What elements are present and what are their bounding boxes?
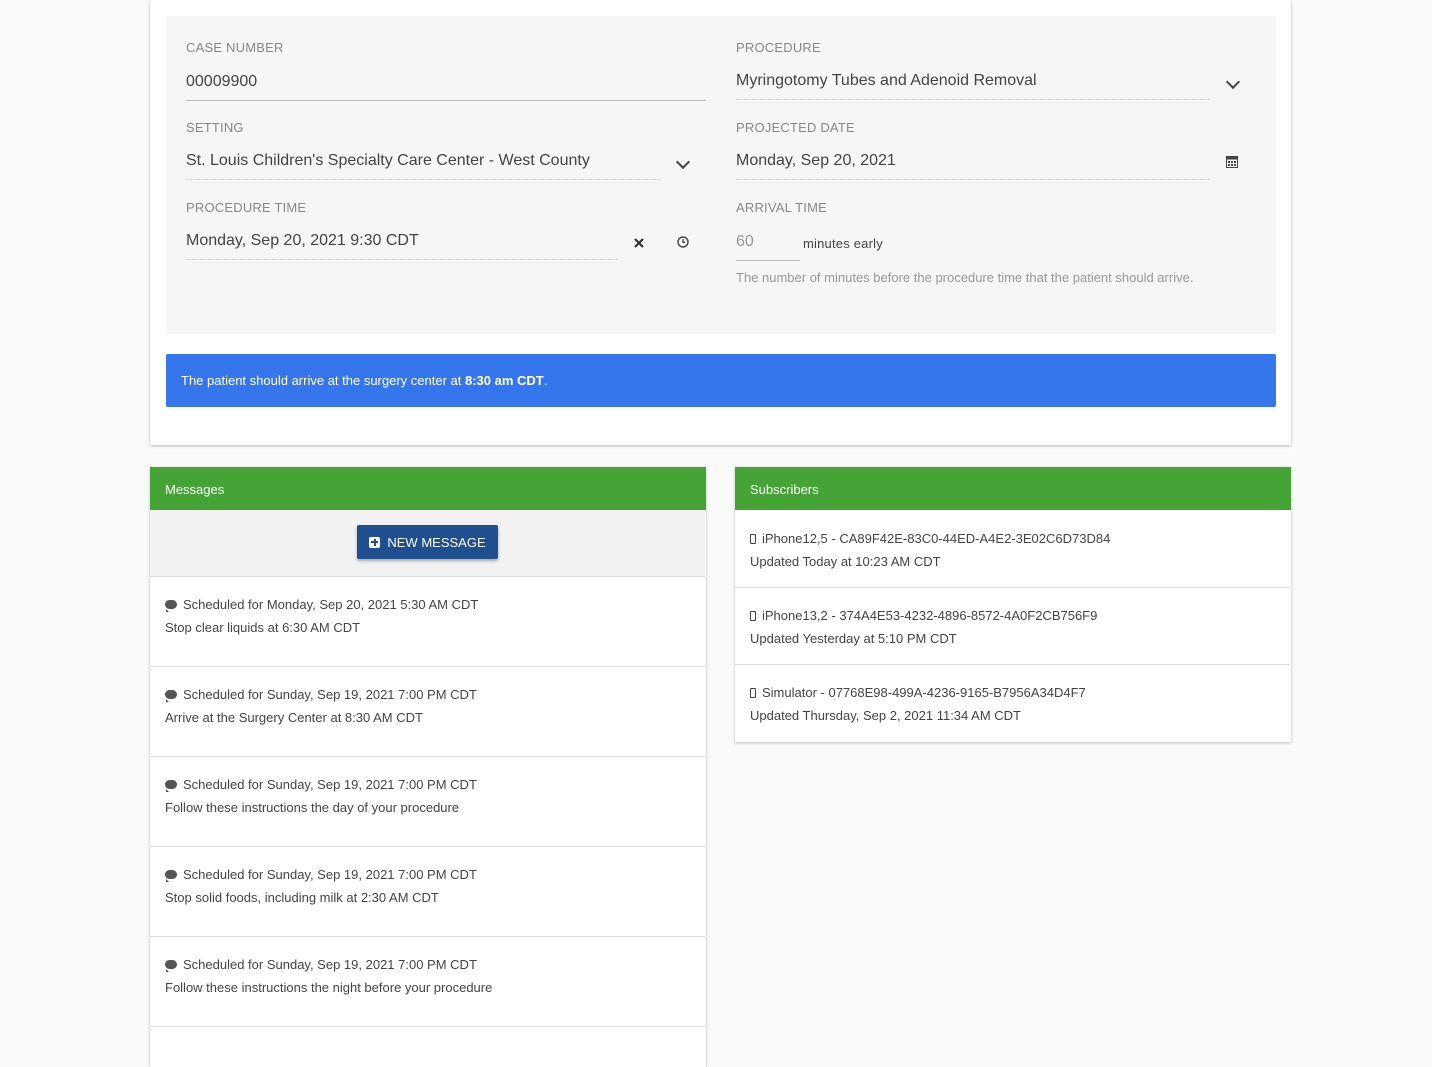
clock-icon[interactable] <box>676 235 690 251</box>
message-scheduled: Scheduled for Sunday, Sep 19, 2021 7:00 … <box>183 687 477 702</box>
message-text: Follow these instructions the night befo… <box>165 980 493 995</box>
message-scheduled: Scheduled for Sunday, Sep 19, 2021 7:00 … <box>183 777 477 792</box>
comment-icon <box>165 690 177 702</box>
new-message-label: NEW MESSAGE <box>387 534 486 550</box>
messages-panel: Messages NEW MESSAGE Scheduled for Monda… <box>150 467 706 1067</box>
new-message-button[interactable]: NEW MESSAGE <box>357 525 498 559</box>
subscribers-header: Subscribers <box>735 467 1291 510</box>
messages-toolbar: NEW MESSAGE <box>150 510 705 577</box>
procedure-select[interactable]: Myringotomy Tubes and Adenoid Removal <box>736 67 1209 100</box>
alert-suffix: . <box>543 373 548 388</box>
clear-icon[interactable] <box>632 235 646 251</box>
alert-prefix: The patient should arrive at the surgery… <box>181 373 465 388</box>
case-form: CASE NUMBER 00009900 PROCEDURE Myringoto… <box>166 16 1276 334</box>
list-item[interactable]: Scheduled for Sunday, Sep 19, 2021 7:00 … <box>150 667 705 757</box>
projected-date-label: PROJECTED DATE <box>736 120 855 135</box>
subscriber-device: iPhone13,2 - 374A4E53-4232-4896-8572-4A0… <box>762 608 1098 623</box>
list-item[interactable]: iPhone12,5 - CA89F42E-83C0-44ED-A4E2-3E0… <box>735 511 1290 588</box>
comment-icon <box>165 960 177 972</box>
message-scheduled: Scheduled for Sunday, Sep 19, 2021 7:00 … <box>183 957 477 972</box>
procedure-time-label: PROCEDURE TIME <box>186 200 307 215</box>
subscriber-updated: Updated Today at 10:23 AM CDT <box>750 554 941 569</box>
list-item[interactable]: Simulator - 07768E98-499A-4236-9165-B795… <box>735 665 1290 741</box>
list-item[interactable]: iPhone13,2 - 374A4E53-4232-4896-8572-4A0… <box>735 588 1290 665</box>
procedure-chevron-down-icon[interactable] <box>1225 74 1241 90</box>
arrival-time-label: ARRIVAL TIME <box>736 200 828 215</box>
procedure-time-input[interactable]: Monday, Sep 20, 2021 9:30 CDT <box>186 227 617 260</box>
comment-icon <box>165 600 177 612</box>
list-item[interactable]: Scheduled for Monday, Sep 20, 2021 5:30 … <box>150 577 705 667</box>
comment-icon <box>165 780 177 792</box>
messages-header: Messages <box>150 467 706 510</box>
setting-chevron-down-icon[interactable] <box>675 154 691 170</box>
mobile-icon <box>750 533 756 544</box>
subscriber-device: iPhone12,5 - CA89F42E-83C0-44ED-A4E2-3E0… <box>762 531 1111 546</box>
calendar-icon[interactable] <box>1225 155 1239 171</box>
arrival-alert: The patient should arrive at the surgery… <box>166 354 1276 407</box>
arrival-time-hint: The number of minutes before the procedu… <box>736 270 1194 285</box>
arrival-time-input[interactable]: 60 <box>736 228 800 261</box>
message-text: Stop solid foods, including milk at 2:30… <box>165 890 439 905</box>
message-text: Follow these instructions the day of you… <box>165 800 460 815</box>
list-item[interactable]: Scheduled for Sunday, Sep 19, 2021 7:00 … <box>150 847 705 937</box>
subscribers-title: Subscribers <box>750 482 819 497</box>
messages-title: Messages <box>165 482 225 497</box>
subscriber-updated: Updated Yesterday at 5:10 PM CDT <box>750 631 957 646</box>
list-item[interactable]: Scheduled for Sunday, Sep 19, 2021 7:00 … <box>150 757 705 847</box>
mobile-icon <box>750 687 756 698</box>
mobile-icon <box>750 610 756 621</box>
subscriber-device: Simulator - 07768E98-499A-4236-9165-B795… <box>762 685 1086 700</box>
case-details-card: CASE NUMBER 00009900 PROCEDURE Myringoto… <box>150 0 1291 445</box>
setting-label: SETTING <box>186 120 244 135</box>
case-number-label: CASE NUMBER <box>186 40 284 55</box>
procedure-label: PROCEDURE <box>736 40 821 55</box>
case-number-input[interactable]: 00009900 <box>186 68 706 101</box>
alert-time: 8:30 am CDT <box>465 373 544 388</box>
plus-square-icon <box>369 536 381 548</box>
setting-select[interactable]: St. Louis Children's Specialty Care Cent… <box>186 147 660 180</box>
message-scheduled: Scheduled for Monday, Sep 20, 2021 5:30 … <box>183 597 479 612</box>
comment-icon <box>165 870 177 882</box>
projected-date-input[interactable]: Monday, Sep 20, 2021 <box>736 147 1209 180</box>
arrival-time-suffix: minutes early <box>803 236 883 251</box>
message-scheduled: Scheduled for Sunday, Sep 19, 2021 7:00 … <box>183 867 477 882</box>
subscribers-panel: Subscribers iPhone12,5 - CA89F42E-83C0-4… <box>735 467 1291 742</box>
list-item[interactable]: Scheduled for Sunday, Sep 19, 2021 7:00 … <box>150 937 705 1027</box>
subscriber-updated: Updated Thursday, Sep 2, 2021 11:34 AM C… <box>750 708 1021 723</box>
message-text: Stop clear liquids at 6:30 AM CDT <box>165 620 361 635</box>
message-text: Arrive at the Surgery Center at 8:30 AM … <box>165 710 423 725</box>
